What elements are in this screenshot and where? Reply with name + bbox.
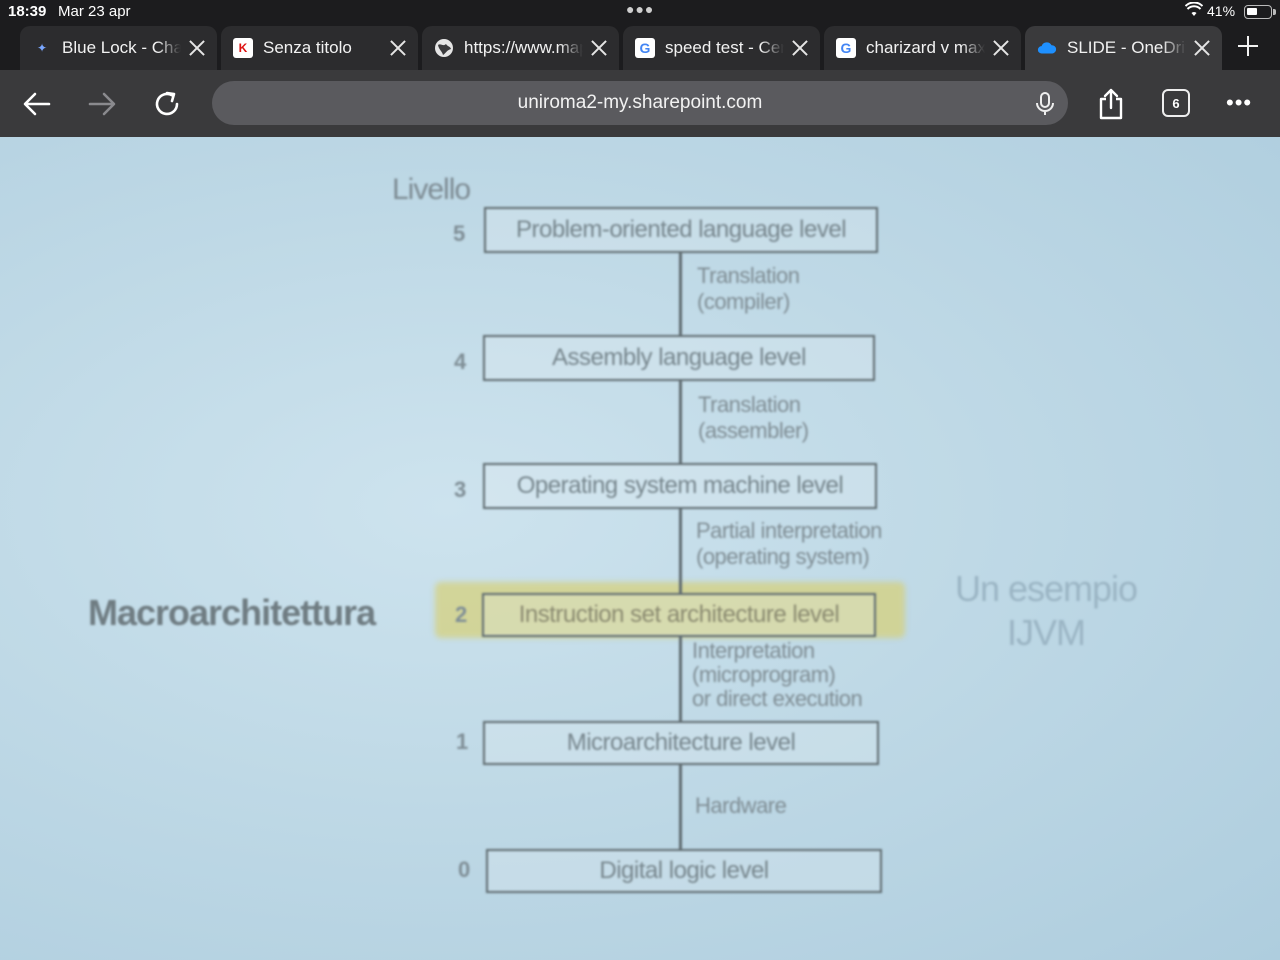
note-line: Hardware (695, 793, 787, 818)
note-line: Partial interpretation (696, 518, 882, 543)
close-icon[interactable] (185, 36, 209, 60)
level-box-2: Instruction set architecture level (482, 593, 876, 637)
level-number-5: 5 (453, 221, 466, 246)
tab-title: charizard v max (866, 38, 985, 57)
battery-icon (1244, 5, 1272, 19)
level-box-3: Operating system machine level (483, 463, 877, 509)
microphone-icon[interactable] (1034, 91, 1056, 122)
connector-5-4 (679, 253, 682, 335)
level-box-4: Assembly language level (483, 335, 875, 381)
note-line: or direct execution (692, 687, 863, 711)
transition-note-1-0: Hardware (695, 793, 787, 819)
new-tab-button[interactable] (1234, 32, 1262, 60)
google-icon: G (836, 38, 856, 58)
back-button[interactable] (19, 86, 55, 122)
transition-note-5-4: Translation (compiler) (697, 263, 800, 315)
arrow-right-icon (88, 92, 116, 116)
level-number-0: 0 (458, 857, 471, 882)
tab-title: Blue Lock - Chapter (62, 38, 181, 57)
level-box-0: Digital logic level (486, 849, 882, 893)
browser-toolbar: uniroma2-my.sharepoint.com 6 ••• (0, 70, 1280, 137)
transition-note-4-3: Translation (assembler) (698, 392, 809, 444)
level-box-5: Problem-oriented language level (484, 207, 878, 253)
k-favicon-icon: K (233, 38, 253, 58)
slide-viewer: Livello 5 4 3 2 1 0 Problem-oriented lan… (0, 137, 1280, 960)
note-line: (microprogram) (692, 662, 836, 687)
tab-bar: ✦ Blue Lock - Chapter K Senza titolo htt… (0, 24, 1280, 70)
tab-title: https://www.maps (464, 38, 583, 57)
forward-button[interactable] (84, 86, 120, 122)
example-line-1: Un esempio (954, 568, 1138, 609)
example-label: Un esempio IJVM (946, 567, 1146, 655)
multitasking-dots-icon[interactable]: ●●● (626, 1, 654, 17)
tab-senza-titolo[interactable]: K Senza titolo (221, 26, 418, 70)
address-bar[interactable]: uniroma2-my.sharepoint.com (212, 81, 1068, 125)
tab-maps[interactable]: https://www.maps (422, 26, 619, 70)
share-button[interactable] (1093, 86, 1129, 122)
tab-speed-test[interactable]: G speed test - Cerca (623, 26, 820, 70)
connector-4-3 (679, 381, 682, 465)
note-line: (compiler) (697, 289, 790, 314)
globe-icon (434, 38, 454, 58)
battery-percent: 41% (1207, 3, 1236, 19)
bluelock-favicon-icon: ✦ (36, 41, 48, 55)
google-icon: G (635, 38, 655, 58)
share-icon (1099, 88, 1123, 120)
level-number-2: 2 (455, 602, 468, 627)
close-icon[interactable] (1190, 36, 1214, 60)
wifi-icon (1184, 1, 1204, 22)
status-time: 18:39 (8, 3, 47, 20)
tab-blue-lock[interactable]: ✦ Blue Lock - Chapter (20, 26, 217, 70)
note-line: Translation (698, 392, 801, 417)
connector-3-2 (679, 509, 682, 593)
status-date: Mar 23 apr (58, 3, 131, 20)
level-number-1: 1 (456, 729, 469, 754)
close-icon[interactable] (587, 36, 611, 60)
tab-charizard[interactable]: G charizard v max (824, 26, 1021, 70)
tab-slide-onedrive[interactable]: SLIDE - OneDrive (1025, 26, 1222, 70)
tab-title: SLIDE - OneDrive (1067, 38, 1186, 57)
onedrive-icon (1037, 38, 1057, 58)
connector-1-0 (679, 765, 682, 849)
connector-2-1 (679, 637, 682, 721)
livello-label: Livello (392, 173, 471, 206)
close-icon[interactable] (386, 36, 410, 60)
reload-button[interactable] (149, 86, 185, 122)
tab-title: Senza titolo (263, 38, 352, 57)
note-line: Interpretation (692, 638, 815, 663)
more-menu-icon[interactable]: ••• (1226, 92, 1252, 114)
level-box-1: Microarchitecture level (483, 721, 879, 765)
transition-note-2-1: Interpretation (microprogram) or direct … (692, 639, 888, 711)
note-line: (assembler) (698, 418, 809, 443)
close-icon[interactable] (788, 36, 812, 60)
close-icon[interactable] (989, 36, 1013, 60)
status-bar: 18:39 Mar 23 apr ●●● 41% (0, 0, 1280, 24)
arrow-left-icon (23, 92, 51, 116)
note-line: (operating system) (696, 544, 870, 569)
tab-count-button[interactable]: 6 (1162, 89, 1190, 117)
example-line-2: IJVM (1006, 612, 1086, 653)
macroarchitettura-label: Macroarchitettura (88, 592, 376, 633)
transition-note-3-2: Partial interpretation (operating system… (696, 518, 882, 570)
battery-tip (1273, 9, 1276, 15)
level-number-4: 4 (454, 349, 467, 374)
url-text: uniroma2-my.sharepoint.com (517, 92, 763, 113)
note-line: Translation (697, 263, 800, 288)
level-number-3: 3 (454, 477, 467, 502)
reload-icon (155, 91, 179, 116)
tab-title: speed test - Cerca (665, 38, 784, 57)
